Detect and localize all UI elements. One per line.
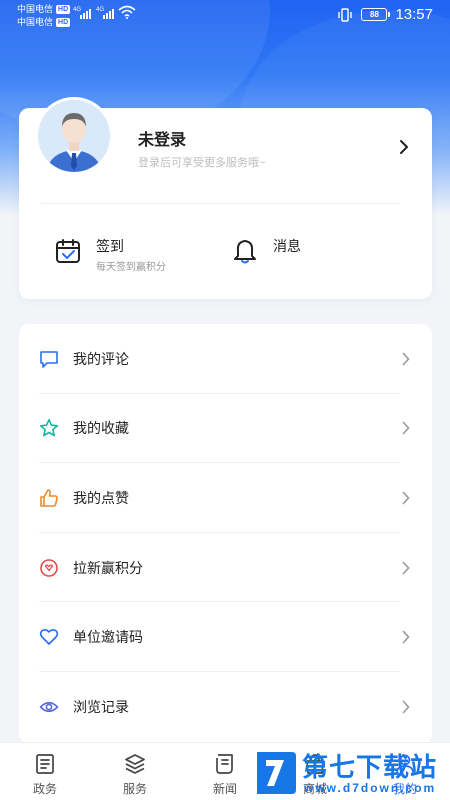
menu-list: 我的评论 我的收藏 我的点赞 拉新赢积分 单位邀请码 浏览记录 — [19, 324, 432, 744]
layers-icon — [125, 754, 145, 774]
chevron-right-icon[interactable] — [398, 138, 410, 156]
checkin-sub: 每天签到赢积分 — [96, 262, 166, 273]
divider — [41, 203, 400, 204]
comment-icon — [40, 350, 58, 368]
menu-item-org-invite-code[interactable]: 单位邀请码 — [19, 602, 432, 672]
login-status[interactable]: 未登录 — [138, 126, 186, 150]
tab-services[interactable]: 服务 — [90, 743, 180, 800]
profile-card: 未登录 登录后可享受更多服务哦~ 签到 每天签到赢积分 消息 — [19, 97, 432, 299]
bell-icon — [234, 240, 256, 264]
menu-item-history[interactable]: 浏览记录 — [19, 672, 432, 742]
wifi-icon — [118, 5, 136, 19]
chevron-right-icon — [402, 561, 410, 574]
eye-icon — [39, 701, 59, 712]
menu-item-favorites[interactable]: 我的收藏 — [19, 394, 432, 464]
chevron-right-icon — [402, 352, 410, 366]
thumb-up-icon — [40, 489, 58, 507]
chevron-right-icon — [402, 630, 410, 644]
signal-icon: 4G — [73, 7, 91, 19]
status-bar: 中国电信 HD 中国电信 HD 4G 4G 88 13:57 — [0, 0, 450, 32]
user-avatar-icon[interactable] — [35, 97, 113, 175]
messages-label: 消息 — [273, 238, 301, 254]
calendar-check-icon — [56, 239, 80, 263]
watermark-url: www.d7down.com — [304, 781, 437, 795]
chevron-right-icon — [402, 422, 410, 435]
carrier-2: 中国电信 — [17, 17, 54, 27]
menu-item-invite-points[interactable]: 拉新赢积分 — [19, 533, 432, 603]
menu-item-likes[interactable]: 我的点赞 — [19, 463, 432, 533]
signal-indicators: 4G 4G — [73, 5, 136, 19]
checkin-label: 签到 — [96, 238, 124, 254]
vibrate-icon — [338, 7, 353, 22]
star-icon — [39, 419, 59, 437]
hd-badge: HD — [56, 18, 71, 27]
hd-badge: HD — [56, 5, 71, 14]
carrier-1: 中国电信 — [17, 4, 54, 14]
news-icon — [216, 754, 233, 774]
clock: 13:57 — [395, 6, 433, 23]
battery-icon: 88 — [361, 8, 391, 21]
watermark: 第七下载站 www.d7down.com — [252, 746, 448, 800]
chevron-right-icon — [402, 700, 410, 714]
watermark-title: 第七下载站 — [302, 752, 438, 782]
tab-government[interactable]: 政务 — [0, 743, 90, 800]
heart-icon — [39, 629, 59, 645]
login-hint: 登录后可享受更多服务哦~ — [138, 157, 266, 169]
government-icon — [36, 754, 54, 774]
watermark-logo-icon — [257, 752, 296, 794]
heart-badge-icon — [40, 558, 58, 577]
chevron-right-icon — [402, 491, 410, 505]
signal-icon: 4G — [96, 7, 114, 19]
carrier-info: 中国电信 HD 中国电信 HD — [17, 3, 71, 29]
menu-item-comments[interactable]: 我的评论 — [19, 324, 432, 394]
